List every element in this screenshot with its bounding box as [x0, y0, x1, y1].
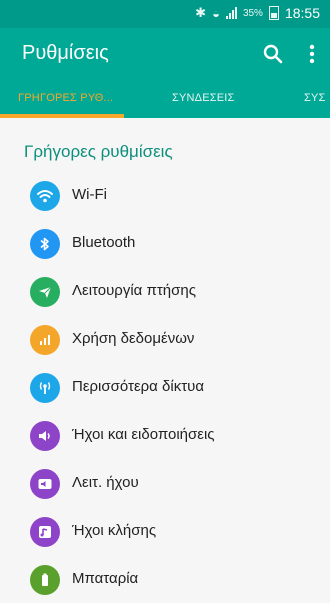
settings-item-label: Bluetooth [72, 234, 136, 251]
status-bar: ✱ ◒ 35% 18:55 [0, 0, 330, 28]
settings-item-ringtones[interactable]: Ήχοι κλήσης [0, 509, 330, 555]
wifi-status-icon: ◒ [212, 5, 220, 21]
app-bar: Ρυθμίσεις [0, 28, 330, 80]
sound-mode-icon [30, 469, 60, 499]
settings-item-data-usage[interactable]: Χρήση δεδομένων [0, 317, 330, 363]
settings-item-label: Λειτουργία πτήσης [72, 282, 196, 299]
section-title: Γρήγορες ρυθμίσεις [24, 142, 173, 161]
settings-item-label: Περισσότερα δίκτυα [72, 378, 204, 395]
search-icon[interactable] [262, 43, 284, 65]
settings-item-more-networks[interactable]: Περισσότερα δίκτυα [0, 365, 330, 411]
settings-item-sounds-notifications[interactable]: Ήχοι και ειδοποιήσεις [0, 413, 330, 459]
settings-item-label: Χρήση δεδομένων [72, 330, 195, 347]
settings-item-label: Λειτ. ήχου [72, 474, 139, 491]
settings-item-label: Ήχοι και ειδοποιήσεις [72, 426, 215, 443]
settings-item-bluetooth[interactable]: Bluetooth [0, 221, 330, 267]
tab-bar: ΓΡΗΓΟΡΕΣ ΡΥΘ... ΣΥΝΔΕΣΕΙΣ ΣΥΣ [0, 80, 330, 118]
tab-quick-settings[interactable]: ΓΡΗΓΟΡΕΣ ΡΥΘ... [18, 92, 113, 104]
signal-icon [225, 7, 237, 19]
tab-system[interactable]: ΣΥΣ [304, 92, 326, 104]
network-icon [30, 373, 60, 403]
settings-item-label: Ήχοι κλήσης [72, 522, 157, 539]
settings-item-wifi[interactable]: Wi-Fi [0, 173, 330, 219]
settings-item-label: Μπαταρία [72, 570, 139, 587]
settings-item-sound-mode[interactable]: Λειτ. ήχου [0, 461, 330, 507]
clock: 18:55 [284, 5, 320, 21]
airplane-icon [30, 277, 60, 307]
settings-item-label: Wi-Fi [72, 186, 107, 203]
data-usage-icon [30, 325, 60, 355]
bluetooth-status-icon: ✱ [195, 5, 207, 20]
more-options-icon[interactable] [306, 40, 318, 68]
battery-status-icon [268, 6, 279, 20]
battery-icon [30, 565, 60, 595]
wifi-icon [30, 181, 60, 211]
active-tab-indicator [0, 114, 124, 118]
page-title: Ρυθμίσεις [22, 42, 109, 64]
status-icons: ✱ ◒ 35% 18:55 [195, 5, 320, 21]
battery-percent: 35% [242, 7, 263, 19]
speaker-icon [30, 421, 60, 451]
settings-item-airplane-mode[interactable]: Λειτουργία πτήσης [0, 269, 330, 315]
tab-connections[interactable]: ΣΥΝΔΕΣΕΙΣ [172, 92, 235, 104]
ringtone-icon [30, 517, 60, 547]
bluetooth-icon [30, 229, 60, 259]
settings-item-battery[interactable]: Μπαταρία [0, 557, 330, 603]
